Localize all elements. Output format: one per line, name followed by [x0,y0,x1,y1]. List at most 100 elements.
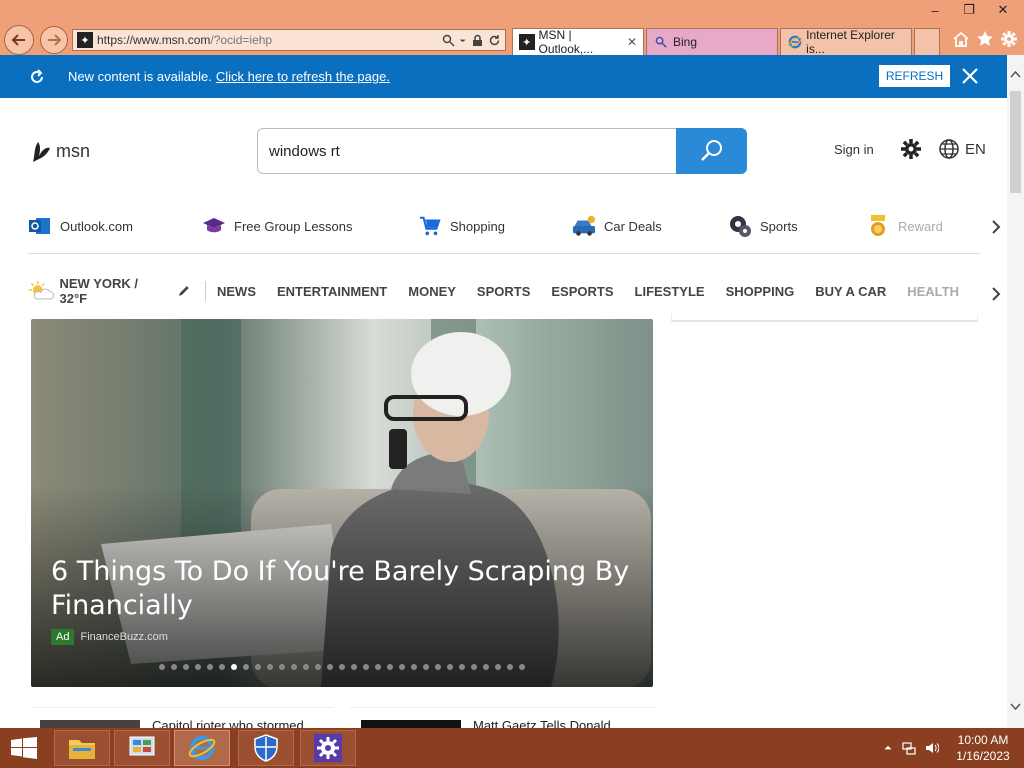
maximize-button[interactable]: ❐ [952,0,986,20]
close-window-button[interactable]: ✕ [986,0,1020,20]
carousel-dot[interactable] [183,664,189,670]
address-url[interactable]: https://www.msn.com/?ocid=iehp [97,33,442,47]
quicklink-car-deals[interactable]: Car Deals [572,214,662,238]
carousel-dot[interactable] [159,664,165,670]
taskbar-file-explorer[interactable] [54,730,110,766]
windows-start-icon[interactable] [10,737,38,759]
carousel-dot[interactable] [495,664,501,670]
clock[interactable]: 10:00 AM 1/16/2023 [948,732,1018,764]
sign-in-link[interactable]: Sign in [834,142,874,157]
carousel-dot[interactable] [351,664,357,670]
tab-msn[interactable]: ✦ MSN | Outlook,... ✕ [512,28,644,56]
settings-gear-icon[interactable] [900,138,922,160]
carousel-dot[interactable] [195,664,201,670]
refresh-icon[interactable] [488,34,501,47]
carousel-dot[interactable] [447,664,453,670]
page-scrollbar[interactable] [1007,55,1024,728]
home-icon[interactable] [952,30,970,48]
carousel-dot[interactable] [327,664,333,670]
language-selector[interactable]: EN [938,138,986,160]
tab-bing[interactable]: Bing [646,28,778,55]
carousel-dot[interactable] [291,664,297,670]
edit-pencil-icon[interactable] [177,284,191,298]
news-card-2[interactable]: Matt Gaetz Tells Donald [350,707,655,728]
chevron-right-icon[interactable] [988,286,1004,302]
card-thumbnail [40,720,140,728]
search-icon[interactable] [442,34,455,47]
minimize-button[interactable]: – [918,0,952,20]
gear-icon[interactable] [1000,30,1018,48]
carousel-dot[interactable] [315,664,321,670]
nav-lifestyle[interactable]: LIFESTYLE [635,284,705,299]
refresh-page-link[interactable]: Click here to refresh the page. [216,69,390,84]
refresh-button[interactable]: REFRESH [879,65,950,87]
forward-button[interactable] [40,26,68,54]
taskbar-settings[interactable] [300,730,356,766]
quicklink-group-lessons[interactable]: Free Group Lessons [202,214,353,238]
carousel-dot[interactable] [303,664,309,670]
volume-icon[interactable] [925,741,939,755]
carousel-dot[interactable] [375,664,381,670]
chevron-up-icon[interactable] [1009,69,1022,79]
carousel-dot[interactable] [507,664,513,670]
taskbar-internet-explorer[interactable] [174,730,230,766]
network-icon[interactable] [902,741,916,755]
close-icon[interactable] [960,66,980,86]
dropdown-icon[interactable] [459,34,467,47]
carousel-dot[interactable] [435,664,441,670]
scrollbar-thumb[interactable] [1010,91,1021,193]
hero-carousel[interactable]: 6 Things To Do If You're Barely Scraping… [31,319,653,687]
carousel-dot[interactable] [387,664,393,670]
carousel-dot[interactable] [483,664,489,670]
nav-esports[interactable]: ESPORTS [551,284,613,299]
carousel-dot[interactable] [279,664,285,670]
msn-logo[interactable]: msn [30,138,90,164]
carousel-dot[interactable] [219,664,225,670]
quicklink-sports[interactable]: Sports [728,214,798,238]
carousel-dot[interactable] [207,664,213,670]
new-tab-button[interactable] [914,28,940,55]
taskbar-windows-defender[interactable] [238,730,294,766]
back-button[interactable] [4,25,34,55]
favorites-star-icon[interactable] [976,30,994,48]
carousel-dot[interactable] [231,664,237,670]
quicklink-outlook[interactable]: Outlook.com [28,214,133,238]
lock-icon[interactable] [471,34,484,47]
carousel-dot[interactable] [411,664,417,670]
chevron-up-icon[interactable] [883,741,893,755]
nav-buy-a-car[interactable]: BUY A CAR [815,284,886,299]
nav-shopping[interactable]: SHOPPING [726,284,795,299]
carousel-dot[interactable] [243,664,249,670]
search-box[interactable] [257,128,677,174]
hero-headline[interactable]: 6 Things To Do If You're Barely Scraping… [51,555,631,623]
hero-source[interactable]: Ad FinanceBuzz.com [51,629,168,645]
taskbar-control-panel[interactable] [114,730,170,766]
carousel-dot[interactable] [519,664,525,670]
nav-health[interactable]: HEALTH [907,284,959,299]
chevron-down-icon[interactable] [1009,702,1022,712]
carousel-dot[interactable] [363,664,369,670]
carousel-dot[interactable] [471,664,477,670]
carousel-dot[interactable] [423,664,429,670]
news-card-1[interactable]: Capitol rioter who stormed [31,707,334,728]
weather-widget[interactable]: NEW YORK / 32°F [28,276,167,306]
content-notification-bar: New content is available. Click here to r… [0,55,1007,98]
nav-entertainment[interactable]: ENTERTAINMENT [277,284,387,299]
nav-sports[interactable]: SPORTS [477,284,530,299]
carousel-dot[interactable] [399,664,405,670]
search-button[interactable] [676,128,747,174]
carousel-dot[interactable] [255,664,261,670]
nav-news[interactable]: NEWS [217,284,256,299]
close-tab-icon[interactable]: ✕ [627,35,637,49]
address-bar[interactable]: ✦ https://www.msn.com/?ocid=iehp [72,29,506,51]
nav-money[interactable]: MONEY [408,284,456,299]
carousel-dot[interactable] [459,664,465,670]
carousel-dot[interactable] [339,664,345,670]
quicklink-rewards[interactable]: Rewards [866,214,942,238]
tab-internet-explorer[interactable]: Internet Explorer is... [780,28,912,56]
carousel-dot[interactable] [171,664,177,670]
quicklink-shopping[interactable]: Shopping [418,214,505,238]
carousel-dot[interactable] [267,664,273,670]
chevron-right-icon[interactable] [988,219,1004,235]
search-input[interactable] [269,142,649,160]
